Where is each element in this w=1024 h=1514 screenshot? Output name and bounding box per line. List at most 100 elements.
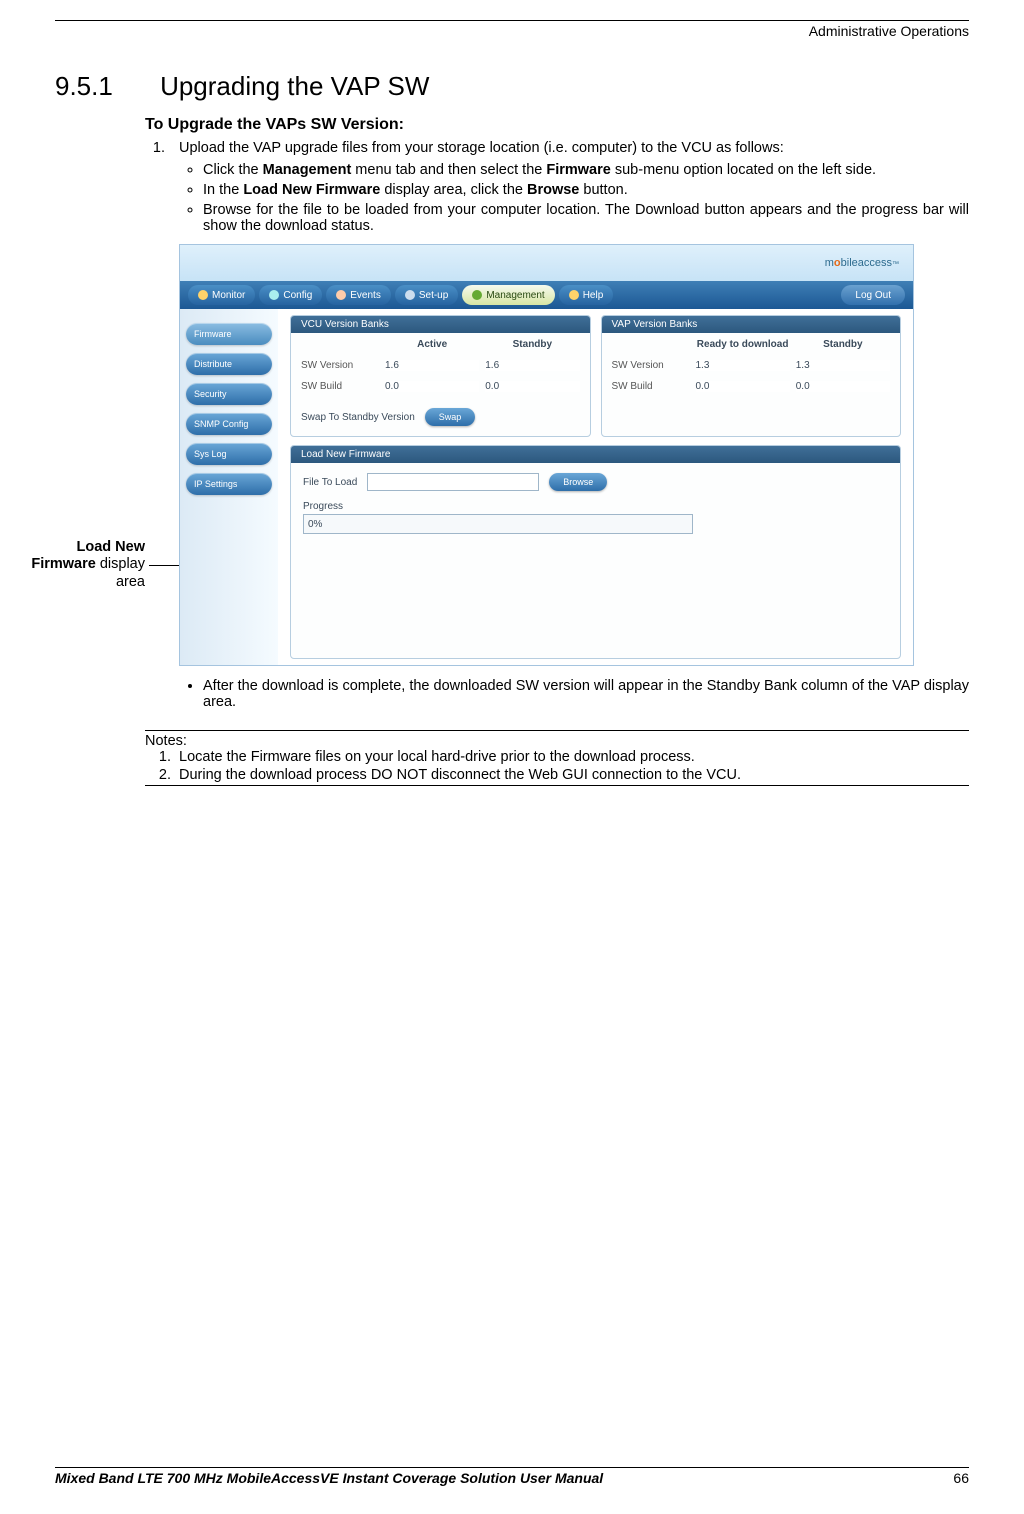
sidebar-item-firmware[interactable]: Firmware — [186, 323, 272, 345]
nav-help[interactable]: Help — [559, 285, 614, 305]
bullet-after-download: After the download is complete, the down… — [203, 678, 969, 710]
sidebar-item-ipsettings[interactable]: IP Settings — [186, 473, 272, 495]
bullet-browse: Browse for the file to be loaded from yo… — [203, 202, 969, 234]
sidebar-item-distribute[interactable]: Distribute — [186, 353, 272, 375]
callout-text-3: area — [116, 574, 145, 590]
sidebar: Firmware Distribute Security SNMP Config… — [180, 309, 278, 665]
file-to-load-input[interactable] — [367, 473, 539, 491]
panel-header: VAP Version Banks — [602, 316, 901, 333]
row-swversion2: SW Version — [612, 360, 690, 371]
note-1: Locate the Firmware files on your local … — [175, 749, 969, 765]
footer-page-number: 66 — [953, 1470, 969, 1486]
header-section-label: Administrative Operations — [55, 23, 969, 39]
notes-block: Notes: Locate the Firmware files on your… — [145, 730, 969, 786]
footer-rule — [55, 1467, 969, 1468]
progress-label: Progress — [303, 501, 888, 512]
row-swbuild2: SW Build — [612, 381, 690, 392]
sidebar-item-security[interactable]: Security — [186, 383, 272, 405]
nav-monitor[interactable]: Monitor — [188, 285, 255, 305]
vcu-active-version: 1.6 — [385, 360, 479, 371]
help-icon — [569, 290, 579, 300]
label: Monitor — [212, 290, 245, 301]
note-2: During the download process DO NOT disco… — [175, 767, 969, 783]
brand-post: bileaccess — [841, 257, 892, 269]
nav-events[interactable]: Events — [326, 285, 391, 305]
monitor-icon — [198, 290, 208, 300]
bullet-load-new-firmware: In the Load New Firmware display area, c… — [203, 182, 969, 198]
sidebar-item-snmp[interactable]: SNMP Config — [186, 413, 272, 435]
col-standby: Standby — [485, 339, 579, 350]
col-active: Active — [385, 339, 479, 350]
callout-row: Load New Firmware display area mobileacc… — [55, 238, 969, 672]
management-icon — [472, 290, 482, 300]
section-number: 9.5.1 — [55, 71, 113, 101]
vap-version-banks-panel: VAP Version Banks Ready to download Stan… — [601, 315, 902, 437]
post-screenshot-bullets: After the download is complete, the down… — [185, 678, 969, 710]
notes-list: Locate the Firmware files on your local … — [145, 749, 969, 783]
brand-logo: mobileaccess™ — [825, 257, 899, 269]
progress-value: 0% — [308, 519, 322, 530]
vcu-standby-version: 1.6 — [485, 360, 579, 371]
label: Events — [350, 290, 381, 301]
text: menu tab and then select the — [351, 162, 546, 178]
main-panels: VCU Version Banks Active Standby SW Vers… — [278, 309, 913, 665]
section-title: Upgrading the VAP SW — [160, 71, 429, 101]
app-screenshot: mobileaccess™ Monitor Config Events Set-… — [179, 244, 914, 666]
main-nav: Monitor Config Events Set-up Management … — [180, 281, 913, 309]
footer: Mixed Band LTE 700 MHz MobileAccessVE In… — [55, 1467, 969, 1486]
step-1-bullets: Click the Management menu tab and then s… — [185, 162, 969, 234]
load-body: File To Load Browse Progress 0% — [291, 463, 900, 544]
brand-pre: m — [825, 257, 834, 269]
section-heading: 9.5.1 Upgrading the VAP SW — [55, 71, 969, 102]
sidebar-item-syslog[interactable]: Sys Log — [186, 443, 272, 465]
bold: Load New Firmware — [243, 182, 380, 198]
panel-header: Load New Firmware — [291, 446, 900, 463]
swap-row: Swap To Standby Version Swap — [291, 404, 590, 436]
row-swbuild: SW Build — [301, 381, 379, 392]
bullet-management: Click the Management menu tab and then s… — [203, 162, 969, 178]
text: button. — [579, 182, 627, 198]
file-to-load-row: File To Load Browse — [303, 473, 888, 491]
panel-header: VCU Version Banks — [291, 316, 590, 333]
notes-rule-top — [145, 730, 969, 731]
vcu-standby-build: 0.0 — [485, 381, 579, 392]
file-to-load-label: File To Load — [303, 477, 357, 488]
ordered-steps: Upload the VAP upgrade files from your s… — [145, 140, 969, 234]
bold: Management — [263, 162, 352, 178]
label: Set-up — [419, 290, 448, 301]
label: Management — [486, 290, 544, 301]
notes-rule-bottom — [145, 785, 969, 786]
brand-dot: o — [834, 257, 841, 269]
callout-bold-2: Firmware — [31, 556, 95, 572]
row-swversion: SW Version — [301, 360, 379, 371]
vcu-active-build: 0.0 — [385, 381, 479, 392]
vap-standby-version: 1.3 — [796, 360, 890, 371]
swap-button[interactable]: Swap — [425, 408, 476, 426]
bold: Browse — [527, 182, 579, 198]
nav-setup[interactable]: Set-up — [395, 285, 458, 305]
callout-bold-1: Load New — [77, 539, 145, 555]
vap-ready-build: 0.0 — [696, 381, 790, 392]
load-new-firmware-panel: Load New Firmware File To Load Browse Pr… — [290, 445, 901, 659]
vap-standby-build: 0.0 — [796, 381, 890, 392]
step-1-text: Upload the VAP upgrade files from your s… — [179, 140, 784, 156]
browse-button[interactable]: Browse — [549, 473, 607, 491]
nav-config[interactable]: Config — [259, 285, 322, 305]
callout-text-2: display — [96, 556, 145, 572]
config-icon — [269, 290, 279, 300]
vcu-version-banks-panel: VCU Version Banks Active Standby SW Vers… — [290, 315, 591, 437]
nav-management[interactable]: Management — [462, 285, 554, 305]
label: Help — [583, 290, 604, 301]
bold: Firmware — [546, 162, 610, 178]
vcu-grid: Active Standby SW Version 1.6 1.6 SW Bui… — [291, 333, 590, 404]
text: In the — [203, 182, 243, 198]
callout-label: Load New Firmware display area — [15, 539, 149, 591]
header-rule — [55, 20, 969, 21]
logout-button[interactable]: Log Out — [841, 285, 905, 305]
col-standby2: Standby — [796, 339, 890, 350]
events-icon — [336, 290, 346, 300]
footer-title: Mixed Band LTE 700 MHz MobileAccessVE In… — [55, 1470, 603, 1486]
app-topbar: mobileaccess™ — [180, 245, 913, 281]
text: display area, click the — [380, 182, 527, 198]
sub-heading: To Upgrade the VAPs SW Version: — [145, 116, 969, 134]
